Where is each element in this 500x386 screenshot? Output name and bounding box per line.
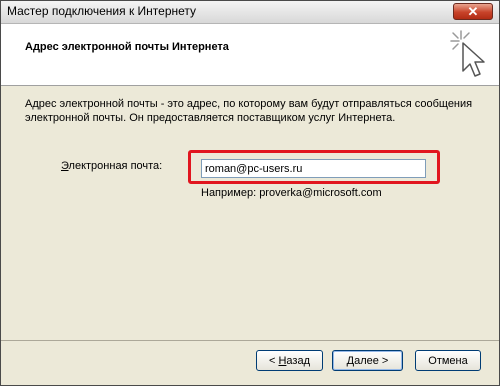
email-label: Электронная почта: [61,160,162,172]
close-icon: ✕ [467,4,479,19]
title-bar[interactable]: Мастер подключения к Интернету ✕ [1,1,499,24]
wizard-body: Адрес электронной почты - это адрес, по … [1,86,499,340]
back-button-label: азад [286,354,310,367]
back-button-hotkey: Н [278,354,287,367]
back-button[interactable]: < Назад [256,350,323,371]
email-label-text: лектронная почта: [68,160,163,172]
description-text: Адрес электронной почты - это адрес, по … [25,98,473,124]
email-input[interactable] [201,159,426,178]
cancel-button[interactable]: Отмена [415,350,481,371]
next-button-hotkey: Д [346,354,355,367]
wizard-header: Адрес электронной почты Интернета [1,24,499,86]
back-button-prefix: < [268,354,279,367]
next-button[interactable]: Далее > [332,350,403,371]
wizard-cursor-icon [450,30,485,77]
cancel-button-label: Отмена [428,354,468,367]
page-title: Адрес электронной почты Интернета [25,41,229,53]
footer-divider [1,340,499,341]
window-title: Мастер подключения к Интернету [7,4,197,18]
email-label-hotkey: Э [61,160,69,172]
next-button-label: алее > [354,354,389,367]
email-example: Например: proverka@microsoft.com [201,187,382,199]
wizard-window: Мастер подключения к Интернету ✕ Адрес э… [0,0,500,386]
close-button[interactable]: ✕ [453,3,493,20]
